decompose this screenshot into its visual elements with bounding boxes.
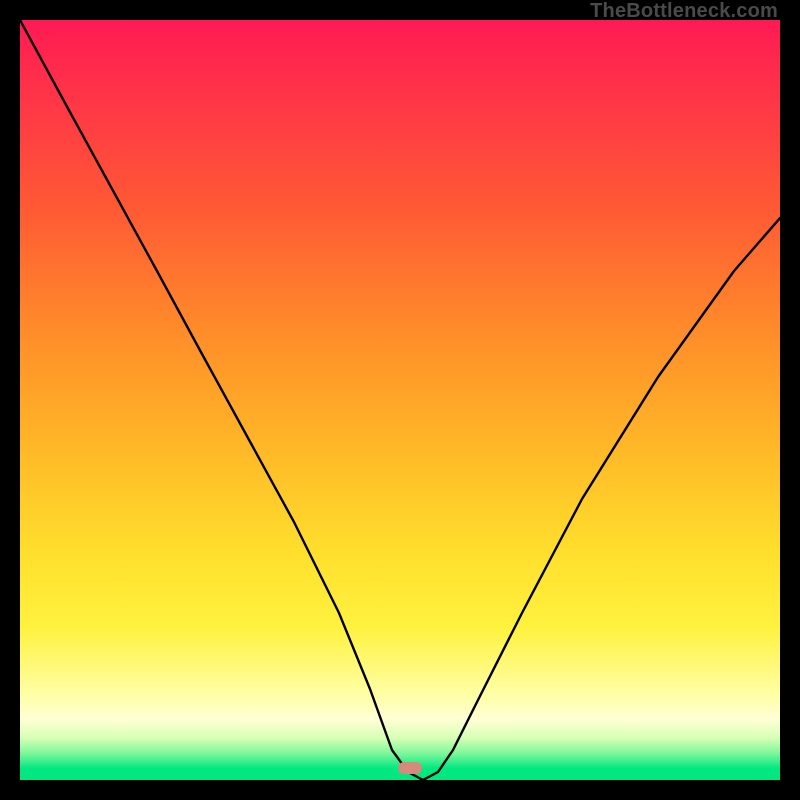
- watermark-text: TheBottleneck.com: [590, 0, 778, 23]
- plot-area: [20, 20, 780, 780]
- bottleneck-curve: [20, 20, 780, 780]
- chart-frame: TheBottleneck.com: [0, 0, 800, 800]
- optimal-marker: [398, 762, 422, 774]
